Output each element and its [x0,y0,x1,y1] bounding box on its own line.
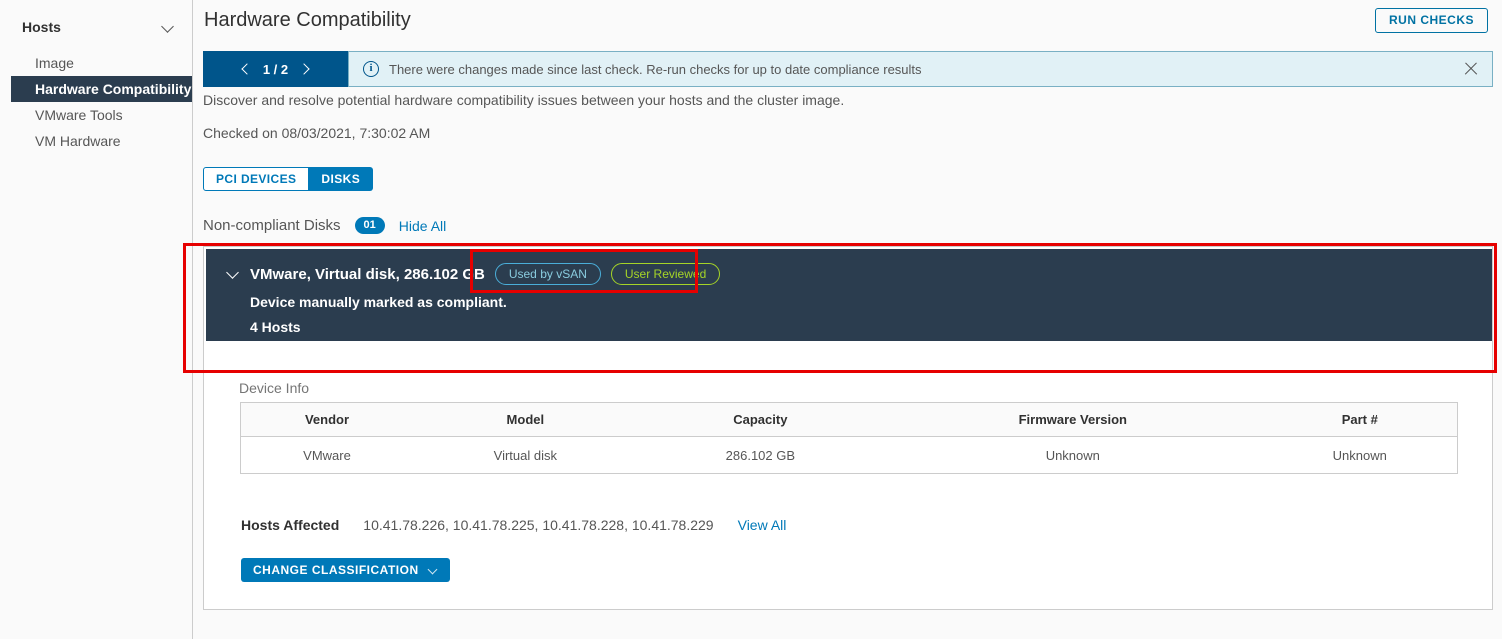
hosts-affected-row: Hosts Affected 10.41.78.226, 10.41.78.22… [241,517,786,533]
chevron-right-icon[interactable] [300,62,310,76]
info-circle-icon: i [363,61,379,77]
sidebar-item-hardware-compatibility[interactable]: Hardware Compatibility [11,76,192,102]
disk-row-header[interactable]: VMware, Virtual disk, 286.102 GB Used by… [206,249,1492,341]
sidebar-item-list: Image Hardware Compatibility VMware Tool… [0,50,192,154]
column-header-part-number: Part # [1262,402,1458,437]
device-info-label: Device Info [239,380,310,396]
cell-vendor: VMware [240,436,414,474]
cell-part-number: Unknown [1262,436,1458,474]
noncompliant-disks-header: Non-compliant Disks 01 Hide All [203,217,446,234]
table-header-row: Vendor Model Capacity Firmware Version P… [240,402,1458,437]
noncompliant-disks-title: Non-compliant Disks [203,217,341,234]
run-checks-button[interactable]: RUN CHECKS [1374,7,1488,33]
cell-capacity: 286.102 GB [637,436,884,474]
hosts-affected-label: Hosts Affected [241,517,340,533]
tab-pci-devices[interactable]: PCI DEVICES [203,167,310,191]
change-classification-button[interactable]: CHANGE CLASSIFICATION [241,558,450,582]
disk-title: VMware, Virtual disk, 286.102 GB [250,265,485,283]
column-header-model: Model [413,402,638,437]
chevron-down-icon [429,566,438,575]
chevron-down-icon[interactable] [226,267,240,281]
notification-message: There were changes made since last check… [389,61,922,77]
table-row: VMware Virtual disk 286.102 GB Unknown U… [240,436,1458,474]
disk-title-line: VMware, Virtual disk, 286.102 GB Used by… [226,263,1492,285]
disk-hosts-count: 4 Hosts [250,319,301,335]
cell-firmware-version: Unknown [883,436,1263,474]
notification-row: 1 / 2 i There were changes made since la… [203,51,1493,87]
device-info-table: Vendor Model Capacity Firmware Version P… [240,402,1458,474]
disk-subtitle: Device manually marked as compliant. [250,294,507,310]
hosts-affected-value: 10.41.78.226, 10.41.78.225, 10.41.78.228… [363,517,714,533]
hide-all-link[interactable]: Hide All [399,218,446,234]
notification-pager: 1 / 2 [203,51,348,87]
page-title: Hardware Compatibility [204,8,411,31]
sidebar-item-vm-hardware[interactable]: VM Hardware [11,128,192,154]
disk-detail-card: VMware, Virtual disk, 286.102 GB Used by… [203,246,1493,610]
noncompliant-count-badge: 01 [354,217,385,234]
sidebar: Hosts Image Hardware Compatibility VMwar… [0,0,193,639]
view-all-link[interactable]: View All [738,517,787,533]
sidebar-item-image[interactable]: Image [11,50,192,76]
sidebar-item-label: VM Hardware [35,133,121,149]
page-header: Hardware Compatibility RUN CHECKS [193,0,1502,40]
column-header-capacity: Capacity [637,402,884,437]
hardware-compatibility-page: Hosts Image Hardware Compatibility VMwar… [0,0,1502,639]
change-classification-label: CHANGE CLASSIFICATION [253,563,419,577]
sidebar-item-label: VMware Tools [35,107,123,123]
sidebar-item-label: Hardware Compatibility [35,81,192,97]
sidebar-item-label: Image [35,55,74,71]
notification-banner: i There were changes made since last che… [348,51,1493,87]
pager-position-label: 1 / 2 [262,61,289,77]
chevron-down-icon[interactable] [162,21,174,33]
tab-bar: PCI DEVICES DISKS [203,167,374,191]
badge-used-by-vsan: Used by vSAN [494,263,601,285]
page-description: Discover and resolve potential hardware … [203,92,845,108]
sidebar-item-vmware-tools[interactable]: VMware Tools [11,102,192,128]
sidebar-group-hosts[interactable]: Hosts [0,10,192,44]
badge-user-reviewed: User Reviewed [610,263,721,285]
tab-disks[interactable]: DISKS [309,167,374,191]
checked-on-timestamp: Checked on 08/03/2021, 7:30:02 AM [203,125,431,141]
close-icon[interactable] [1462,60,1480,78]
column-header-firmware-version: Firmware Version [883,402,1263,437]
sidebar-group-label: Hosts [22,19,61,35]
chevron-left-icon[interactable] [241,62,251,76]
column-header-vendor: Vendor [240,402,414,437]
cell-model: Virtual disk [413,436,638,474]
